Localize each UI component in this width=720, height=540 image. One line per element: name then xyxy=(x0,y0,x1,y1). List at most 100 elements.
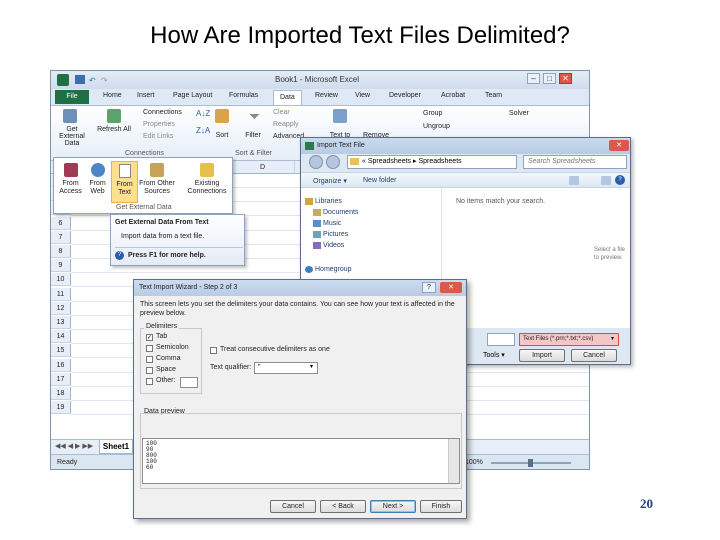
dialog-help-icon[interactable]: ? xyxy=(615,175,625,185)
row-header[interactable]: 16 xyxy=(51,358,71,372)
delimiter-checkbox[interactable] xyxy=(146,367,153,374)
wizard-help-icon[interactable]: ? xyxy=(422,282,436,293)
redo-icon[interactable]: ↷ xyxy=(101,76,108,85)
delimiter-checkbox[interactable] xyxy=(146,356,153,363)
wizard-next-button[interactable]: Next > xyxy=(370,500,416,513)
sort-za-icon[interactable]: Z↓A xyxy=(196,126,210,135)
tab-review[interactable]: Review xyxy=(315,92,338,99)
file-name-input[interactable] xyxy=(487,333,515,346)
row-header[interactable]: 9 xyxy=(51,259,71,273)
column-header-d[interactable]: D xyxy=(231,161,295,174)
from-other-sources-button[interactable]: From Other Sources xyxy=(138,161,176,203)
maximize-icon[interactable]: □ xyxy=(543,73,556,84)
dialog-toolbar: Organize ▾ New folder ? xyxy=(301,172,630,188)
import-button[interactable]: Import xyxy=(519,349,565,362)
tab-home[interactable]: Home xyxy=(103,92,122,99)
row-header[interactable]: 13 xyxy=(51,316,71,329)
nav-homegroup[interactable]: Homegroup xyxy=(315,266,352,273)
clear-button[interactable]: Clear xyxy=(273,109,290,116)
row-header[interactable]: 6 xyxy=(51,216,71,230)
back-arrow-icon[interactable] xyxy=(309,155,323,169)
tab-insert[interactable]: Insert xyxy=(137,92,155,99)
existing-connections-button[interactable]: Existing Connections xyxy=(184,161,230,203)
row-header[interactable]: 14 xyxy=(51,330,71,344)
from-text-line1: From xyxy=(116,181,133,188)
tab-formulas[interactable]: Formulas xyxy=(229,92,258,99)
preview-scrollbar[interactable] xyxy=(448,439,459,483)
organize-button[interactable]: Organize ▾ xyxy=(313,177,347,185)
reapply-button[interactable]: Reapply xyxy=(273,121,299,128)
sort-az-icon[interactable]: A↓Z xyxy=(196,109,210,118)
tooltip-divider xyxy=(115,247,243,248)
filter-icon: ⏷ xyxy=(249,108,261,124)
wizard-close-icon[interactable]: ✕ xyxy=(440,282,462,293)
get-external-data-button[interactable]: Get External Data xyxy=(54,126,90,147)
refresh-all-button[interactable]: Refresh All xyxy=(97,126,131,133)
dialog-close-icon[interactable]: ✕ xyxy=(609,140,629,151)
ribbon-tabs: File Home Insert Page Layout Formulas Da… xyxy=(51,89,589,105)
nav-pictures[interactable]: Pictures xyxy=(323,231,348,238)
tab-developer[interactable]: Developer xyxy=(389,92,421,99)
row-header[interactable]: 8 xyxy=(51,245,71,258)
row-header[interactable]: 17 xyxy=(51,372,71,386)
sheet-tab[interactable]: Sheet1 xyxy=(99,440,133,454)
wizard-back-button[interactable]: < Back xyxy=(320,500,366,513)
address-bar[interactable]: « Spreadsheets ▸ Spreadsheets xyxy=(347,155,517,169)
row-header[interactable]: 19 xyxy=(51,401,71,415)
properties-button[interactable]: Properties xyxy=(143,121,175,128)
preview-pane-icon[interactable] xyxy=(601,176,611,185)
zoom-level[interactable]: 100% xyxy=(465,459,483,466)
search-input[interactable]: Search Spreadsheets xyxy=(523,155,627,169)
tab-team[interactable]: Team xyxy=(485,92,502,99)
row-header[interactable]: 10 xyxy=(51,273,71,287)
tab-page-layout[interactable]: Page Layout xyxy=(173,92,212,99)
from-text-line2: Text xyxy=(118,189,131,196)
close-icon[interactable]: ✕ xyxy=(559,73,572,84)
tools-button[interactable]: Tools ▾ xyxy=(483,351,505,359)
view-options-icon[interactable] xyxy=(569,176,579,185)
tab-acrobat[interactable]: Acrobat xyxy=(441,92,465,99)
file-list[interactable]: No items match your search. Select a fil… xyxy=(441,188,630,328)
filter-button[interactable]: Filter xyxy=(241,132,265,139)
other-delimiter-input[interactable] xyxy=(180,377,198,388)
delimiter-checkbox[interactable]: ✓ xyxy=(146,334,153,341)
delimiter-checkbox[interactable] xyxy=(146,345,153,352)
nav-music[interactable]: Music xyxy=(323,220,341,227)
zoom-slider-thumb[interactable] xyxy=(528,459,533,467)
text-qualifier-select[interactable]: " xyxy=(254,362,318,374)
connections-icon xyxy=(200,163,214,177)
solver-button[interactable]: Solver xyxy=(509,110,529,117)
import-cancel-button[interactable]: Cancel xyxy=(571,349,617,362)
row-header[interactable]: 11 xyxy=(51,287,71,301)
data-preview[interactable]: 100 90 800 100 60 xyxy=(142,438,460,484)
delimiter-checkbox[interactable] xyxy=(146,378,153,385)
treat-consecutive-checkbox[interactable] xyxy=(210,347,217,354)
tab-data[interactable]: Data xyxy=(273,90,302,105)
tab-view[interactable]: View xyxy=(355,92,370,99)
row-header[interactable]: 18 xyxy=(51,387,71,400)
minimize-icon[interactable]: – xyxy=(527,73,540,84)
edit-links-button[interactable]: Edit Links xyxy=(143,133,173,140)
nav-libraries[interactable]: Libraries xyxy=(315,198,342,205)
group-button[interactable]: Group xyxy=(423,110,442,117)
nav-documents[interactable]: Documents xyxy=(323,209,358,216)
forward-arrow-icon[interactable] xyxy=(326,155,340,169)
from-text-button[interactable]: From Text xyxy=(111,161,138,203)
sheet-nav-icon[interactable]: ◀◀ ◀ ▶ ▶▶ xyxy=(55,442,93,450)
undo-icon[interactable]: ↶ xyxy=(89,76,96,85)
save-icon[interactable] xyxy=(75,75,85,84)
wizard-finish-button[interactable]: Finish xyxy=(420,500,462,513)
row-header[interactable]: 15 xyxy=(51,344,71,358)
connections-button[interactable]: Connections xyxy=(143,109,182,116)
wizard-cancel-button[interactable]: Cancel xyxy=(270,500,316,513)
nav-videos[interactable]: Videos xyxy=(323,242,344,249)
from-access-button[interactable]: From Access xyxy=(57,161,84,203)
sort-button[interactable]: Sort xyxy=(211,132,233,139)
ungroup-button[interactable]: Ungroup xyxy=(423,123,450,130)
new-folder-button[interactable]: New folder xyxy=(363,177,396,184)
from-web-button[interactable]: From Web xyxy=(84,161,111,203)
file-type-select[interactable]: Text Files (*.prn;*.txt;*.csv) xyxy=(519,333,619,346)
row-header[interactable]: 7 xyxy=(51,230,71,244)
row-header[interactable]: 12 xyxy=(51,301,71,315)
tab-file[interactable]: File xyxy=(55,90,89,104)
